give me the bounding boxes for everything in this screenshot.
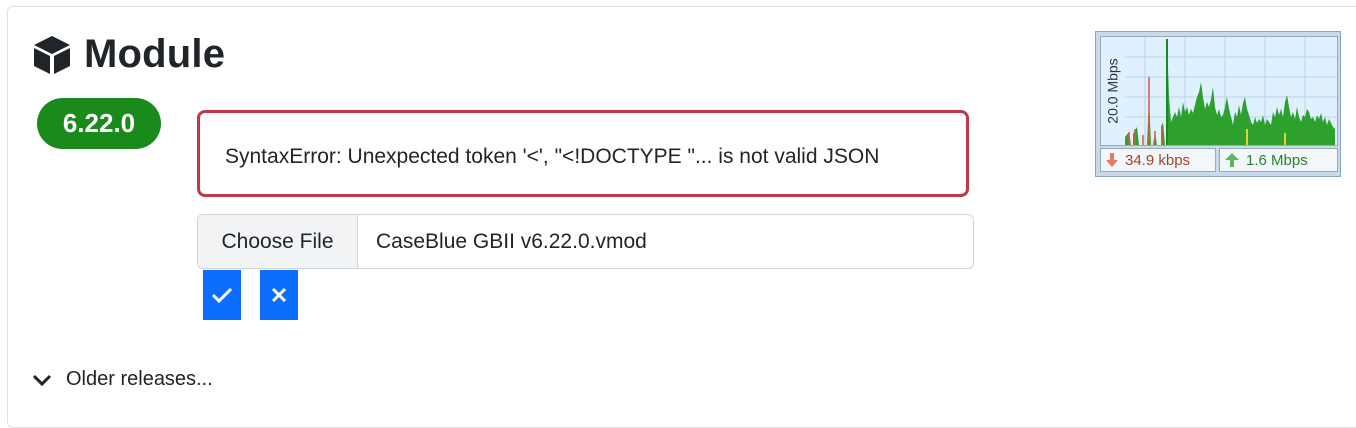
download-rate-value: 34.9 kbps — [1125, 151, 1191, 169]
older-releases-label: Older releases... — [66, 368, 213, 390]
error-alert: SyntaxError: Unexpected token '<', "<!DO… — [197, 110, 969, 197]
download-rate: 34.9 kbps — [1100, 148, 1216, 172]
version-badge: 6.22.0 — [37, 98, 161, 149]
arrow-down-icon — [1106, 153, 1118, 167]
older-releases-toggle[interactable]: Older releases... — [32, 368, 213, 391]
cube-icon — [34, 35, 70, 74]
cancel-button[interactable] — [260, 270, 298, 320]
selected-file-name: CaseBlue GBII v6.22.0.vmod — [376, 229, 647, 253]
confirm-button[interactable] — [203, 270, 241, 320]
module-header: Module — [30, 32, 225, 77]
traffic-graph: 20.0 Mbps — [1100, 36, 1338, 146]
upload-rate-value: 1.6 Mbps — [1246, 151, 1308, 169]
page-title: Module — [84, 32, 226, 76]
upload-rate: 1.6 Mbps — [1219, 148, 1338, 172]
error-message: SyntaxError: Unexpected token '<', "<!DO… — [225, 144, 880, 168]
choose-file-button[interactable]: Choose File — [198, 215, 358, 268]
file-input[interactable]: Choose File CaseBlue GBII v6.22.0.vmod — [197, 214, 974, 269]
traffic-graph-plot — [1125, 37, 1337, 145]
graph-axis-label: 20.0 Mbps — [1105, 58, 1121, 124]
close-icon — [271, 287, 287, 303]
chevron-down-icon — [32, 374, 52, 386]
network-meter: 20.0 Mbps 34.9 kbps 1.6 Mbps — [1095, 31, 1341, 177]
check-icon — [211, 287, 233, 304]
arrow-up-icon — [1225, 153, 1239, 167]
